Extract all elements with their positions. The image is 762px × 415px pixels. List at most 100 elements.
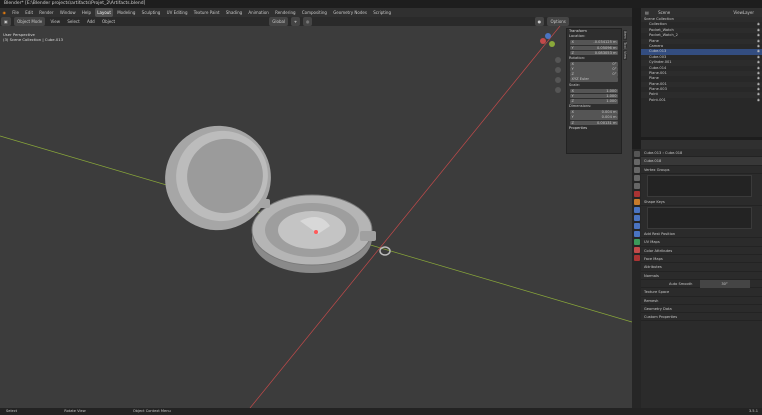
- scale-y-field[interactable]: Y 1.000: [570, 93, 618, 99]
- tool-tab-icon[interactable]: [633, 151, 640, 157]
- eye-icon[interactable]: ◉: [757, 98, 760, 103]
- tab-uv-editing[interactable]: UV Editing: [164, 8, 190, 17]
- constraints-tab-icon[interactable]: [633, 231, 640, 237]
- world-tab-icon[interactable]: [633, 191, 640, 197]
- tab-shading[interactable]: Shading: [223, 8, 244, 17]
- panel-attributes[interactable]: Attributes: [641, 263, 762, 272]
- view-layer-tab-icon[interactable]: [633, 175, 640, 181]
- menu-view[interactable]: View: [48, 17, 64, 26]
- texture-tab-icon[interactable]: [633, 255, 640, 261]
- chevron-right-icon: ›: [662, 151, 664, 155]
- panel-face-maps[interactable]: Face Maps: [641, 255, 762, 264]
- tab-texture-paint[interactable]: Texture Paint: [191, 8, 222, 17]
- modifier-tab-icon[interactable]: [633, 207, 640, 213]
- tab-scripting[interactable]: Scripting: [371, 8, 394, 17]
- panel-geometry-data[interactable]: Geometry Data: [641, 305, 762, 314]
- menu-render[interactable]: Render: [37, 8, 56, 17]
- shading-solid-icon[interactable]: ●: [534, 17, 545, 26]
- view-layer-selector[interactable]: ViewLayer: [733, 8, 754, 17]
- menu-select[interactable]: Select: [64, 17, 82, 26]
- options-button[interactable]: Options: [547, 17, 569, 26]
- output-tab-icon[interactable]: [633, 167, 640, 173]
- dimension-y-field[interactable]: Y 0.004 m: [570, 115, 618, 120]
- scale-label: Scale:: [569, 82, 580, 87]
- menu-help[interactable]: Help: [79, 8, 93, 17]
- outliner-header: ▤ Scene ViewLayer: [641, 8, 762, 17]
- render-tab-icon[interactable]: [633, 159, 640, 165]
- material-tab-icon[interactable]: [633, 247, 640, 253]
- properties-panel: Cube.013 › Cube.018 Cube.018 Vertex Grou…: [641, 149, 762, 408]
- outliner: Scene Collection Collection ◉ Pocket_Watc…: [641, 17, 762, 137]
- scale-z-field[interactable]: Z 1.000: [570, 99, 618, 104]
- panel-remesh[interactable]: Remesh: [641, 297, 762, 305]
- menu-add[interactable]: Add: [84, 17, 98, 26]
- tab-modeling[interactable]: Modeling: [115, 8, 138, 17]
- scene-icon[interactable]: ▤: [641, 10, 649, 15]
- snap-icon[interactable]: ⌖: [291, 17, 300, 26]
- panel-texture-space[interactable]: Texture Space: [641, 288, 762, 297]
- add-rest-position-checkbox[interactable]: Add Rest Position: [641, 230, 762, 239]
- viewport-header: ▣ Object Mode View Select Add Object Glo…: [0, 17, 632, 26]
- dimension-z-field[interactable]: Z 0.00131 m: [570, 120, 618, 126]
- status-select-hint: Select: [6, 409, 18, 413]
- pocket-watch-model[interactable]: [150, 111, 391, 273]
- mesh-data-tab-icon[interactable]: [633, 239, 640, 245]
- object-name: Cube.013: [644, 151, 662, 155]
- physics-tab-icon[interactable]: [633, 223, 640, 229]
- rotation-label: Rotation:: [569, 55, 586, 60]
- scale-x-field[interactable]: X 1.000: [570, 88, 618, 94]
- auto-smooth-angle-field[interactable]: 30°: [699, 279, 750, 289]
- object-tab-icon[interactable]: [633, 199, 640, 205]
- panel-shape-keys[interactable]: Shape Keys: [641, 198, 762, 207]
- shape-keys-list[interactable]: [647, 207, 752, 230]
- scene-selector[interactable]: Scene: [650, 10, 670, 15]
- panel-custom-properties[interactable]: Custom Properties: [641, 313, 762, 322]
- tab-layout[interactable]: Layout: [94, 8, 114, 17]
- location-x-field[interactable]: X -0.034125 m: [570, 40, 618, 45]
- status-rotate-hint: Rotate View: [64, 409, 86, 413]
- properties-section-title[interactable]: Properties: [567, 126, 621, 131]
- rotation-x-field[interactable]: X 0°: [570, 61, 618, 67]
- panel-vertex-groups[interactable]: Vertex Groups: [641, 166, 762, 174]
- panel-color-attributes[interactable]: Color Attributes: [641, 247, 762, 256]
- tab-sculpting[interactable]: Sculpting: [139, 8, 163, 17]
- tab-animation[interactable]: Animation: [246, 8, 271, 17]
- blender-logo-icon[interactable]: ◉: [0, 8, 9, 17]
- proportional-edit-icon[interactable]: ◎: [302, 17, 313, 26]
- rotation-mode-dropdown[interactable]: XYZ Euler: [570, 77, 618, 83]
- mesh-name: Cube.018: [665, 151, 683, 155]
- transform-orientation-dropdown[interactable]: Global: [269, 17, 289, 26]
- mode-dropdown[interactable]: Object Mode: [14, 17, 46, 26]
- menu-window[interactable]: Window: [57, 8, 78, 17]
- panel-normals[interactable]: Normals: [641, 272, 762, 280]
- rotation-z-field[interactable]: Z 0°: [570, 72, 618, 77]
- location-y-field[interactable]: Y 0.05096 m: [570, 45, 618, 51]
- panel-uv-maps[interactable]: UV Maps: [641, 238, 762, 247]
- status-bar: Select Rotate View Object Context Menu 3…: [0, 408, 762, 415]
- rotation-y-field[interactable]: Y 0°: [570, 67, 618, 72]
- dimensions-label: Dimensions:: [569, 104, 592, 109]
- tab-rendering[interactable]: Rendering: [273, 8, 298, 17]
- outliner-row[interactable]: Point.001 ◉: [641, 98, 762, 103]
- mesh-datablock-field[interactable]: Cube.018: [641, 157, 762, 166]
- pan-icon: [555, 67, 561, 73]
- scene-tab-icon[interactable]: [633, 183, 640, 189]
- vertex-groups-list[interactable]: [647, 174, 752, 197]
- ortho-toggle-icon: [555, 87, 561, 93]
- menu-file[interactable]: File: [10, 8, 22, 17]
- tab-geometry-nodes[interactable]: Geometry Nodes: [331, 8, 370, 17]
- tab-view[interactable]: View: [623, 50, 627, 61]
- tab-item[interactable]: Item: [623, 30, 627, 40]
- menu-object[interactable]: Object: [99, 17, 118, 26]
- tab-compositing[interactable]: Compositing: [299, 8, 329, 17]
- area-divider[interactable]: [632, 8, 641, 149]
- tab-tool[interactable]: Tool: [623, 40, 627, 50]
- camera-view-icon: [555, 77, 561, 83]
- 3d-viewport[interactable]: User Perspective (3) Scene Collection | …: [0, 26, 632, 408]
- particles-tab-icon[interactable]: [633, 215, 640, 221]
- dimension-x-field[interactable]: X 0.004 m: [570, 110, 618, 115]
- location-z-field[interactable]: Z 0.083053 m: [570, 50, 618, 56]
- menu-edit[interactable]: Edit: [23, 8, 36, 17]
- editor-type-icon[interactable]: ▣: [1, 17, 11, 26]
- auto-smooth-row[interactable]: Auto Smooth 30°: [641, 279, 762, 289]
